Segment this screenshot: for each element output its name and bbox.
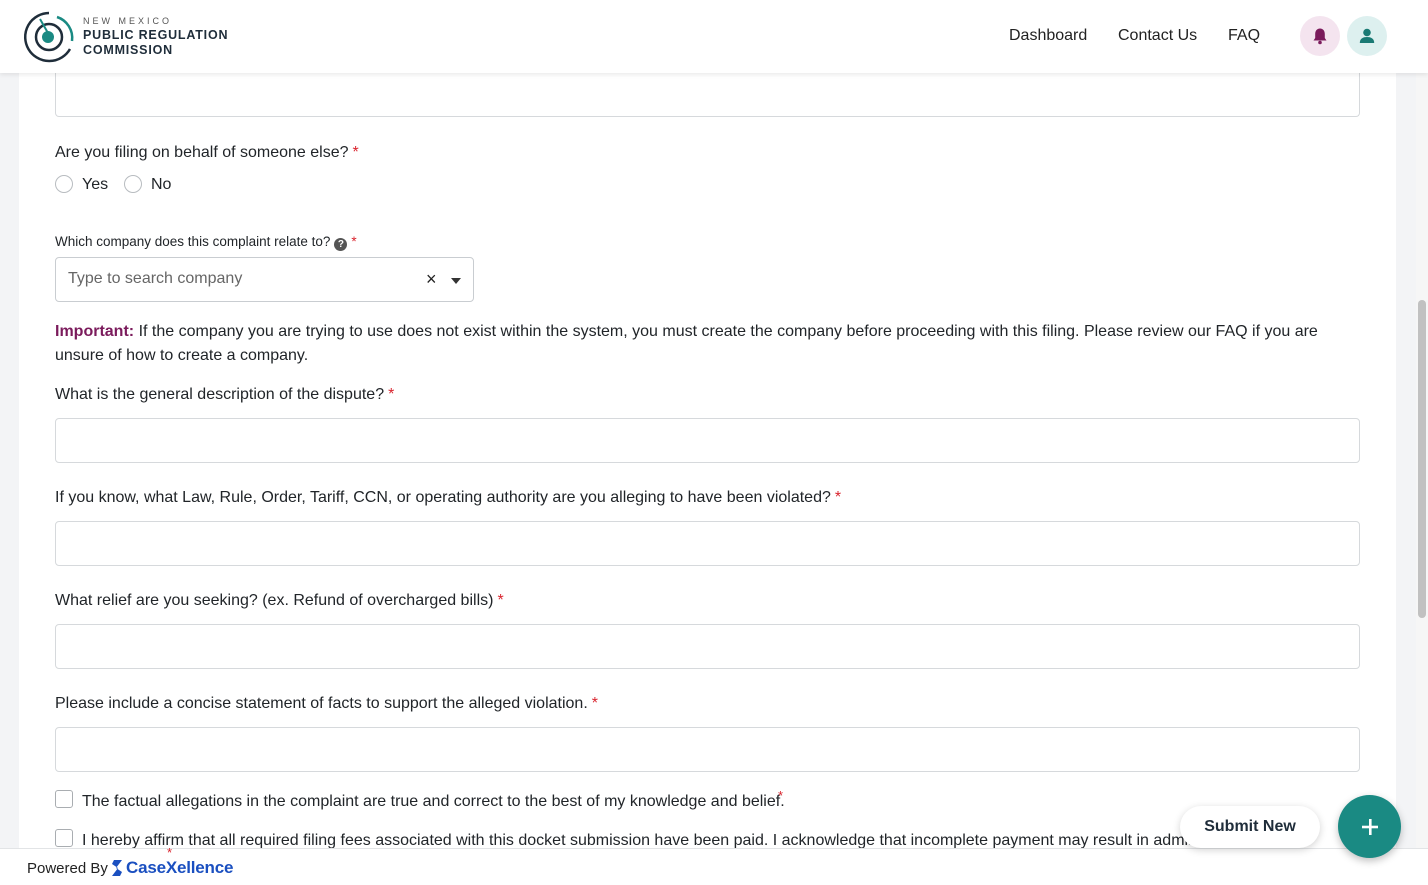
required-mark: * <box>167 845 173 860</box>
required-mark: * <box>778 788 784 803</box>
brand-name: CaseXellence <box>126 858 234 877</box>
logo-name-line-1: PUBLIC REGULATION <box>83 28 229 42</box>
powered-by-text: Powered By <box>27 860 108 877</box>
important-notice: Important: If the company you are trying… <box>55 320 1360 368</box>
page-scrollbar-thumb[interactable] <box>1418 300 1426 618</box>
dispute-question-label: What is the general description of the d… <box>55 386 395 403</box>
behalf-yes-radio[interactable] <box>55 175 73 193</box>
casexellence-mark-icon <box>112 860 122 876</box>
user-icon <box>1359 28 1375 43</box>
submit-new-button[interactable]: Submit New <box>1180 806 1320 848</box>
relief-sought-input[interactable] <box>55 624 1360 669</box>
required-mark: * <box>352 144 359 161</box>
user-account-button[interactable] <box>1347 16 1387 56</box>
facts-statement-input[interactable] <box>55 727 1360 772</box>
required-mark: * <box>351 234 357 249</box>
facts-question-label: Please include a concise statement of fa… <box>55 695 598 712</box>
chevron-down-icon[interactable] <box>451 278 461 284</box>
dispute-description-input[interactable] <box>55 418 1360 463</box>
company-search-input[interactable] <box>68 270 408 288</box>
relief-question-label: What relief are you seeking? (ex. Refund… <box>55 592 504 609</box>
bell-icon <box>1313 28 1327 45</box>
app-footer: Powered By CaseXellence <box>0 848 1428 885</box>
violated-law-input[interactable] <box>55 521 1360 566</box>
required-mark: * <box>497 592 504 609</box>
behalf-yes-label[interactable]: Yes <box>82 176 108 194</box>
behalf-no-radio[interactable] <box>124 175 142 193</box>
behalf-no-label[interactable]: No <box>151 176 171 194</box>
clear-icon[interactable]: × <box>426 269 437 290</box>
important-prefix: Important: <box>55 323 135 340</box>
plus-icon <box>1361 818 1378 835</box>
question-circle-icon[interactable]: ? <box>334 238 348 251</box>
prc-logo-icon <box>24 11 74 63</box>
previous-field-input[interactable] <box>55 73 1360 117</box>
company-search-select[interactable]: × <box>55 257 474 302</box>
important-text: If the company you are trying to use doe… <box>55 323 1318 364</box>
nav-dashboard-link[interactable]: Dashboard <box>1009 27 1087 45</box>
behalf-question-label: Are you filing on behalf of someone else… <box>55 144 359 161</box>
required-mark: * <box>388 386 395 403</box>
required-mark: * <box>834 489 842 506</box>
logo-state-text: NEW MEXICO <box>83 16 173 26</box>
company-question-label: Which company does this complaint relate… <box>55 234 357 251</box>
add-new-fab-button[interactable] <box>1338 795 1401 858</box>
casexellence-logo[interactable]: CaseXellence <box>110 857 233 879</box>
required-mark: * <box>591 695 598 712</box>
app-header: NEW MEXICO PUBLIC REGULATION COMMISSION … <box>0 0 1428 73</box>
allegations-true-label[interactable]: The factual allegations in the complaint… <box>82 793 785 811</box>
law-question-label: If you know, what Law, Rule, Order, Tari… <box>55 489 842 506</box>
notifications-button[interactable] <box>1300 16 1340 56</box>
logo-name-line-2: COMMISSION <box>83 43 173 57</box>
prc-logo[interactable]: NEW MEXICO PUBLIC REGULATION COMMISSION <box>22 9 232 65</box>
allegations-true-checkbox[interactable] <box>55 790 73 808</box>
fees-paid-checkbox[interactable] <box>55 829 73 847</box>
nav-faq-link[interactable]: FAQ <box>1228 27 1260 45</box>
nav-contact-us-link[interactable]: Contact Us <box>1118 27 1197 45</box>
